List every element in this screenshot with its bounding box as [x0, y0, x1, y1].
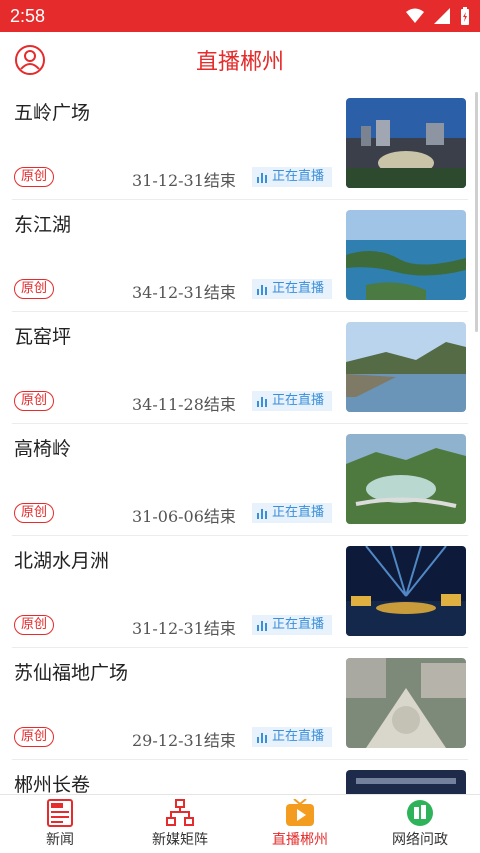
- original-badge: 原创: [14, 615, 55, 635]
- list-scrollbar[interactable]: [475, 92, 478, 332]
- user-profile-icon[interactable]: [14, 44, 46, 76]
- tab-news[interactable]: 新闻: [0, 795, 120, 853]
- item-title: 郴州长卷: [14, 774, 91, 794]
- original-badge: 原创: [14, 503, 55, 523]
- item-title: 高椅岭: [14, 438, 72, 460]
- original-badge: 原创: [14, 391, 55, 411]
- tab-label: 直播郴州: [272, 832, 328, 848]
- bar-chart-icon: [257, 285, 267, 295]
- thumbnail-image: [346, 98, 466, 188]
- bar-chart-icon: [257, 621, 267, 631]
- list-item[interactable]: 苏仙福地广场 原创 29-12-31结束 正在直播: [12, 648, 468, 760]
- page-title: 直播郴州: [195, 50, 284, 75]
- item-title: 瓦窑坪: [14, 326, 72, 348]
- news-icon: [47, 799, 73, 827]
- original-badge: 原创: [14, 279, 55, 299]
- item-title: 北湖水月洲: [14, 550, 110, 572]
- item-title: 东江湖: [14, 214, 72, 236]
- original-badge: 原创: [14, 727, 55, 747]
- list-item[interactable]: 北湖水月洲 原创 31-12-31结束 正在直播: [12, 536, 468, 648]
- live-play-icon: [286, 799, 314, 826]
- item-title: 苏仙福地广场: [14, 662, 129, 684]
- thumbnail-image: [346, 210, 466, 300]
- bar-chart-icon: [257, 733, 267, 743]
- thumbnail-image: [346, 770, 466, 794]
- live-list[interactable]: 五岭广场 原创 31-12-31结束 正在直播 东江湖 原创 34-12-31结…: [0, 88, 480, 794]
- inquiry-icon: [407, 800, 433, 826]
- live-label: 正在直播: [272, 393, 325, 408]
- bar-chart-icon: [257, 509, 267, 519]
- live-label: 正在直播: [272, 729, 325, 744]
- live-label: 正在直播: [272, 617, 325, 632]
- system-icons: [406, 7, 470, 25]
- live-status: 正在直播: [252, 727, 332, 747]
- original-badge: 原创: [14, 167, 55, 187]
- bottom-navigation: 新闻 新媒矩阵 直播郴州 网络问政: [0, 794, 480, 853]
- list-item[interactable]: 瓦窑坪 原创 34-11-28结束 正在直播: [12, 312, 468, 424]
- list-item[interactable]: 东江湖 原创 34-12-31结束 正在直播: [12, 200, 468, 312]
- live-status: 正在直播: [252, 615, 332, 635]
- battery-icon: [461, 7, 469, 25]
- live-label: 正在直播: [272, 505, 325, 520]
- signal-icon: [434, 8, 450, 24]
- tab-media-matrix[interactable]: 新媒矩阵: [120, 795, 240, 853]
- tab-label: 新闻: [46, 832, 74, 848]
- status-time: 2:58: [10, 5, 46, 26]
- live-status: 正在直播: [252, 503, 332, 523]
- thumbnail-image: [346, 322, 466, 412]
- end-date: 31-12-31结束: [132, 171, 236, 190]
- list-item[interactable]: 高椅岭 原创 31-06-06结束 正在直播: [12, 424, 468, 536]
- live-status: 正在直播: [252, 391, 332, 411]
- end-date: 31-06-06结束: [132, 507, 236, 526]
- matrix-icon: [166, 799, 194, 826]
- live-label: 正在直播: [272, 281, 325, 296]
- tab-inquiry[interactable]: 网络问政: [360, 795, 480, 853]
- end-date: 34-12-31结束: [132, 283, 236, 302]
- list-item[interactable]: 郴州长卷: [12, 760, 468, 794]
- thumbnail-image: [346, 658, 466, 748]
- status-bar: 2:58: [0, 0, 480, 32]
- app-header: 直播郴州: [0, 32, 480, 88]
- tab-label: 新媒矩阵: [152, 832, 208, 848]
- tab-label: 网络问政: [392, 832, 448, 848]
- item-title: 五岭广场: [14, 102, 91, 124]
- thumbnail-image: [346, 546, 466, 636]
- wifi-icon: [406, 8, 424, 23]
- tab-live[interactable]: 直播郴州: [240, 795, 360, 853]
- end-date: 29-12-31结束: [132, 731, 236, 750]
- live-label: 正在直播: [272, 169, 325, 184]
- live-status: 正在直播: [252, 279, 332, 299]
- live-status: 正在直播: [252, 167, 332, 187]
- end-date: 31-12-31结束: [132, 619, 236, 638]
- bar-chart-icon: [257, 397, 267, 407]
- end-date: 34-11-28结束: [132, 395, 236, 414]
- thumbnail-image: [346, 434, 466, 524]
- list-item[interactable]: 五岭广场 原创 31-12-31结束 正在直播: [12, 88, 468, 200]
- bar-chart-icon: [257, 173, 267, 183]
